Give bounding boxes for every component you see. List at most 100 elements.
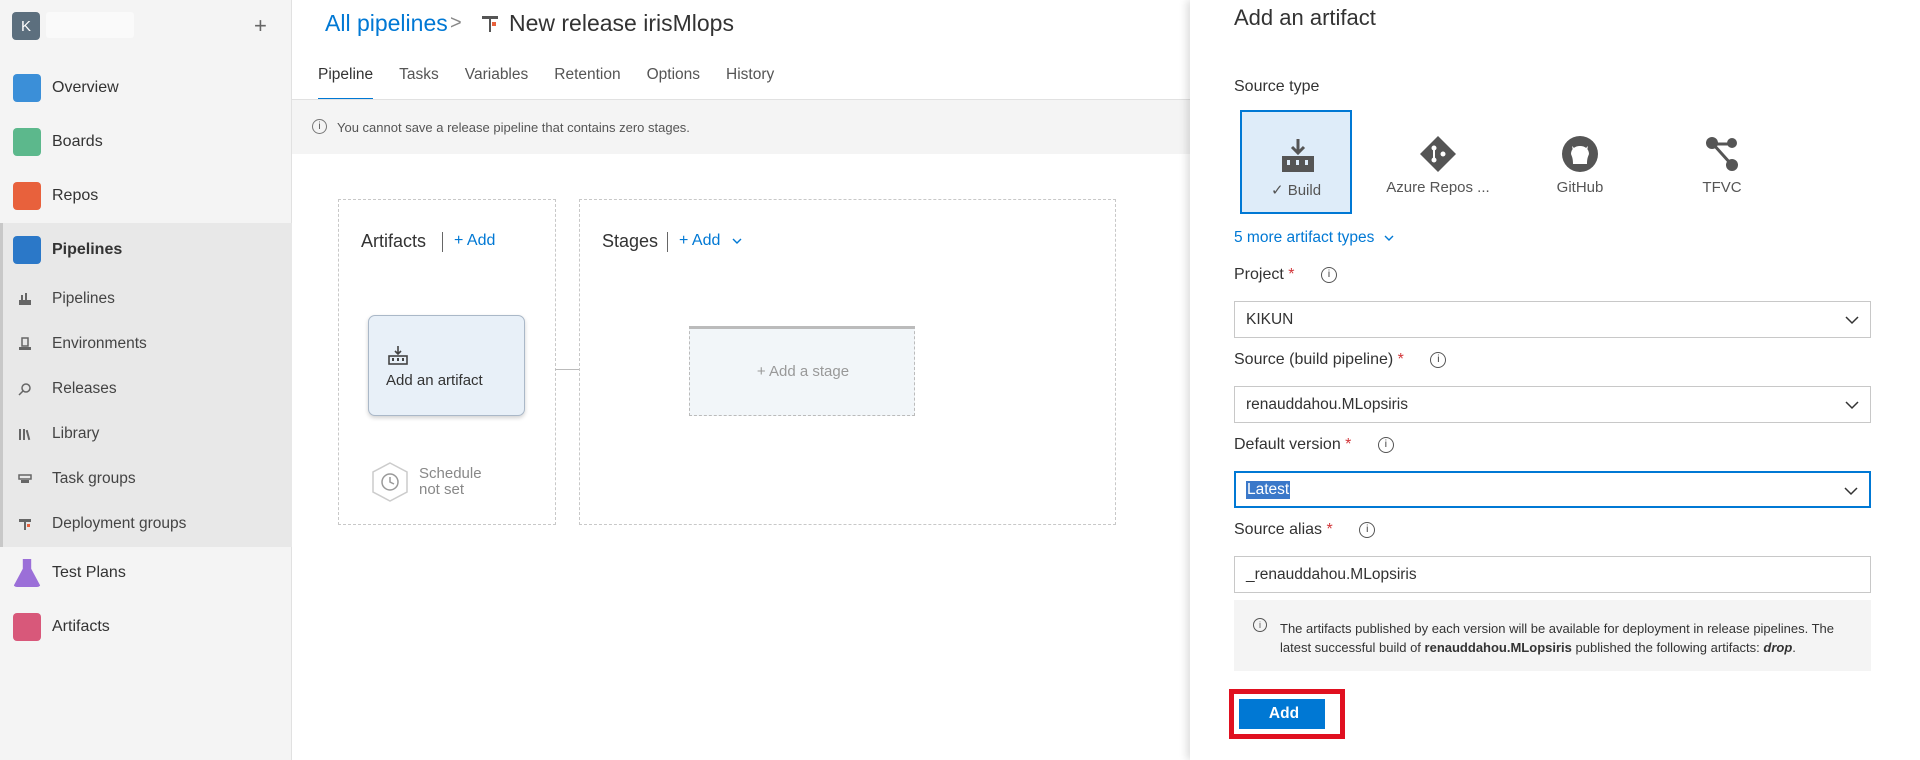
releases-icon [18, 383, 31, 396]
nav-item-pipelines[interactable]: Pipelines [0, 234, 292, 266]
breadcrumb-separator: > [450, 12, 462, 34]
sub-item-library[interactable]: Library [0, 412, 292, 456]
tab-tasks[interactable]: Tasks [399, 66, 439, 100]
source-alias-input[interactable]: _renauddahou.MLopsiris [1234, 556, 1871, 593]
source-alias-label: Source alias * i [1234, 521, 1376, 539]
organization-avatar[interactable]: K [12, 12, 40, 40]
project-dropdown[interactable]: KIKUN [1234, 301, 1871, 338]
sub-item-label: Environments [52, 335, 147, 352]
tab-retention[interactable]: Retention [554, 66, 620, 100]
required-marker: * [1288, 266, 1295, 283]
add-button-edge [1325, 699, 1333, 729]
source-alias-value: _renauddahou.MLopsiris [1246, 566, 1417, 583]
sub-item-deployment-groups[interactable]: Deployment groups [0, 502, 292, 546]
sub-item-releases[interactable]: Releases [0, 367, 292, 411]
project-label-text: Project [1234, 266, 1284, 283]
source-type-label: GitHub [1556, 179, 1604, 196]
sub-item-pipelines[interactable]: Pipelines [0, 277, 292, 321]
pipelines-icon [13, 236, 41, 264]
note-part-2: published the following artifacts: [1575, 640, 1760, 655]
sub-item-task-groups[interactable]: Task groups [0, 457, 292, 501]
add-artifact-card[interactable]: Add an artifact [368, 315, 525, 416]
source-type-label: ✓ Build [1270, 182, 1322, 199]
tab-history[interactable]: History [726, 66, 774, 100]
add-button[interactable]: Add [1239, 699, 1329, 729]
title-separator [667, 232, 668, 252]
breadcrumb-all-pipelines[interactable]: All pipelines [325, 10, 448, 37]
nav-item-boards[interactable]: Boards [0, 126, 292, 158]
panel-title: Add an artifact [1234, 5, 1376, 30]
github-icon [1562, 136, 1598, 172]
organization-name[interactable] [46, 12, 134, 38]
add-stage-label: + Add [679, 232, 721, 249]
more-types-label: 5 more artifact types [1234, 229, 1375, 246]
tab-options[interactable]: Options [647, 66, 700, 100]
repos-icon [13, 182, 41, 210]
note-pipeline-name: renauddahou.MLopsiris [1424, 640, 1572, 655]
info-note-text: The artifacts published by each version … [1280, 619, 1860, 657]
nav-item-label: Artifacts [52, 618, 110, 635]
library-icon [19, 429, 31, 441]
sub-item-label: Task groups [52, 470, 136, 487]
default-version-label: Default version * i [1234, 436, 1394, 454]
info-icon[interactable]: i [1359, 521, 1376, 538]
source-type-tfvc[interactable]: TFVC [1666, 110, 1778, 214]
required-marker: * [1326, 521, 1333, 538]
tfvc-icon [1706, 137, 1738, 171]
more-artifact-types-link[interactable]: 5 more artifact types [1234, 229, 1395, 247]
sub-item-environments[interactable]: Environments [0, 322, 292, 366]
schedule-line-2: not set [419, 481, 465, 498]
source-type-build[interactable]: ✓ Build [1240, 110, 1352, 214]
build-icon [1282, 139, 1314, 172]
chevron-down-icon [1845, 401, 1859, 410]
add-artifact-link[interactable]: + Add [454, 232, 495, 250]
add-stage-link[interactable]: + Add [679, 232, 743, 250]
pipelines-icon [19, 293, 31, 305]
nav-item-label: Overview [52, 79, 119, 96]
tab-variables[interactable]: Variables [465, 66, 528, 100]
default-version-value: Latest [1246, 481, 1291, 499]
schedule-line-1: Schedule [419, 465, 482, 482]
nav-item-repos[interactable]: Repos [0, 180, 292, 212]
source-label-text: Source (build pipeline) [1234, 351, 1394, 368]
default-version-dropdown[interactable]: Latest [1234, 471, 1871, 508]
note-artifact-name: drop [1763, 640, 1793, 655]
chevron-down-icon [732, 238, 742, 244]
banner-message: You cannot save a release pipeline that … [337, 120, 690, 135]
nav-item-overview[interactable]: Overview [0, 72, 292, 104]
title-separator [442, 232, 443, 252]
info-icon: i [312, 119, 327, 134]
info-icon[interactable]: i [1377, 436, 1394, 453]
add-stage-label: + Add a stage [756, 362, 850, 380]
overview-icon [13, 74, 41, 102]
deployment-groups-icon [19, 519, 31, 530]
info-icon[interactable]: i [1430, 351, 1447, 368]
nav-item-label: Repos [52, 187, 99, 204]
chevron-down-icon [1844, 487, 1858, 496]
artifact-stage-connector [555, 369, 580, 370]
nav-item-label: Pipelines [52, 241, 123, 258]
sub-item-label: Releases [52, 380, 117, 397]
sub-item-label: Deployment groups [52, 515, 187, 532]
tab-pipeline[interactable]: Pipeline [318, 66, 374, 100]
required-marker: * [1345, 436, 1352, 453]
schedule-status[interactable]: Schedule not set [419, 466, 499, 498]
info-icon: i [1253, 618, 1267, 632]
nav-item-artifacts[interactable]: Artifacts [0, 611, 292, 643]
sub-item-label: Library [52, 425, 100, 442]
add-stage-placeholder[interactable]: + Add a stage [689, 326, 915, 416]
version-label-text: Default version [1234, 436, 1341, 453]
task-groups-icon [18, 474, 32, 483]
source-pipeline-value: renauddahou.MLopsiris [1246, 396, 1408, 413]
source-pipeline-dropdown[interactable]: renauddahou.MLopsiris [1234, 386, 1871, 423]
source-type-github[interactable]: GitHub [1524, 110, 1636, 214]
info-icon[interactable]: i [1320, 266, 1337, 283]
release-pipeline-icon [482, 16, 498, 32]
boards-icon [13, 128, 41, 156]
chevron-down-icon [1845, 316, 1859, 325]
schedule-icon[interactable] [370, 461, 410, 503]
artifacts-title: Artifacts [361, 231, 427, 251]
new-project-button[interactable]: + [254, 12, 267, 40]
source-type-azure-repos[interactable]: Azure Repos ... [1382, 110, 1494, 214]
nav-item-test-plans[interactable]: Test Plans [0, 557, 292, 589]
